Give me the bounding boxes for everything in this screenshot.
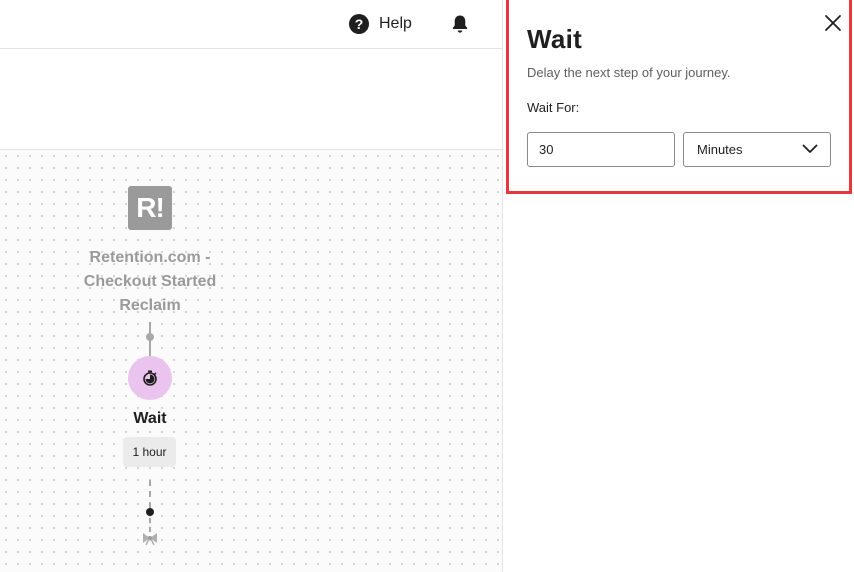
trigger-title-line: Retention.com -	[89, 249, 211, 266]
wait-duration-badge: 1 hour	[123, 437, 176, 467]
connector-dashed-line	[149, 480, 151, 508]
wait-for-label: Wait For:	[527, 100, 580, 115]
chevron-down-icon	[802, 144, 818, 153]
wait-amount-input[interactable]	[527, 132, 675, 167]
wait-unit-value: Minutes	[697, 142, 743, 157]
bow-icon	[143, 533, 157, 546]
connector-dashed-line	[149, 518, 151, 532]
journey-canvas[interactable]: R! Retention.com - Checkout Started Recl…	[0, 150, 502, 572]
close-icon[interactable]	[823, 13, 843, 33]
panel-description: Delay the next step of your journey.	[527, 65, 731, 80]
panel-divider	[502, 0, 503, 572]
wait-step-node[interactable]	[128, 356, 172, 400]
wait-settings-panel	[505, 0, 854, 572]
top-bar: ? Help	[0, 0, 502, 49]
trigger-title-line: Reclaim	[119, 297, 181, 314]
trigger-node-title[interactable]: Retention.com - Checkout Started Reclaim	[60, 246, 240, 318]
connector-line	[149, 340, 151, 356]
stopwatch-icon	[143, 370, 157, 386]
help-link[interactable]: ? Help	[349, 13, 412, 35]
toolbar-area	[0, 49, 502, 150]
wait-unit-select[interactable]: Minutes	[683, 132, 831, 167]
panel-title: Wait	[527, 24, 583, 54]
help-label: Help	[379, 15, 412, 32]
help-circle-icon: ?	[349, 14, 369, 34]
wait-step-label[interactable]: Wait	[100, 410, 200, 428]
add-step-dot[interactable]	[146, 508, 154, 516]
trigger-logo[interactable]: R!	[128, 186, 172, 230]
trigger-title-line: Checkout Started	[83, 273, 217, 290]
bell-icon[interactable]	[451, 14, 469, 34]
